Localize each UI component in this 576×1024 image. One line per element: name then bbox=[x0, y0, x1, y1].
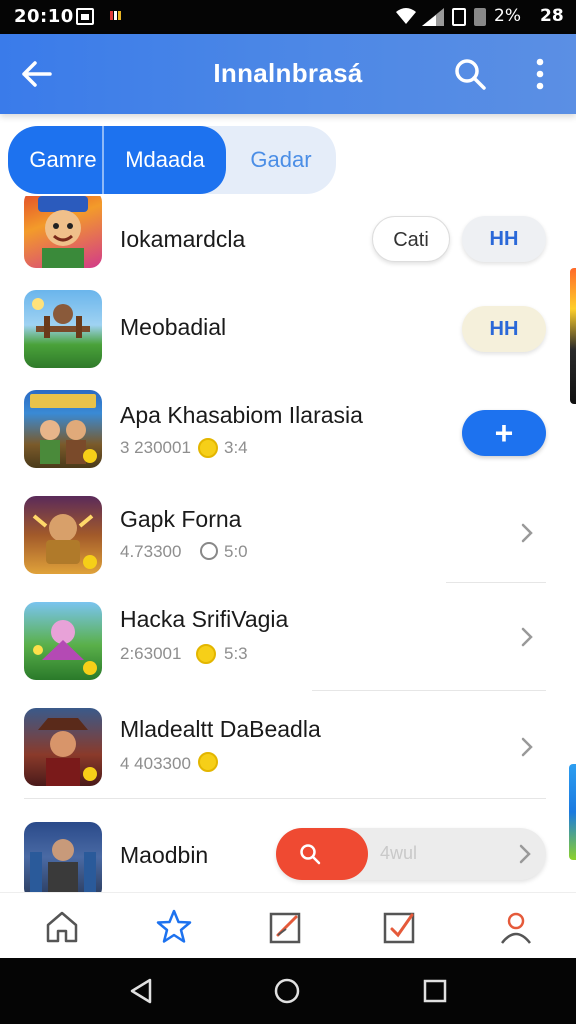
game-list: Iokamardcla Cati HH Meobadial HH Apa Kha… bbox=[0, 196, 576, 892]
game-title: Gapk Forna bbox=[120, 506, 242, 532]
star-icon[interactable] bbox=[154, 907, 194, 947]
game-meta: 2:63001 bbox=[120, 644, 182, 663]
tab-gadar[interactable]: Gadar bbox=[226, 126, 336, 194]
home-icon[interactable] bbox=[42, 907, 82, 947]
list-item[interactable]: Mladealtt DaBeadla 4 403300 bbox=[0, 706, 576, 812]
home-circle-icon[interactable] bbox=[272, 976, 302, 1006]
game-icon bbox=[24, 196, 102, 268]
game-icon bbox=[24, 496, 102, 574]
game-icon bbox=[24, 822, 102, 892]
search-button[interactable] bbox=[276, 828, 368, 880]
cati-button[interactable]: Cati bbox=[372, 216, 450, 262]
chevron-right-icon[interactable] bbox=[516, 626, 538, 648]
divider bbox=[446, 582, 546, 583]
search-field[interactable]: 4wul bbox=[276, 828, 546, 880]
side-peek-card bbox=[569, 764, 576, 860]
page-title: Innalnbrasá bbox=[213, 58, 363, 88]
battery-icon bbox=[474, 8, 486, 26]
edit-icon[interactable] bbox=[266, 907, 306, 947]
game-meta: 3 230001 bbox=[120, 438, 191, 457]
tab-mdaada[interactable]: Mdaada bbox=[104, 126, 226, 194]
chevron-right-icon[interactable] bbox=[514, 843, 536, 865]
game-meta: 4.73300 bbox=[120, 542, 182, 561]
status-time: 20:10 bbox=[14, 6, 74, 27]
more-vert-icon[interactable] bbox=[528, 56, 552, 92]
profile-icon[interactable] bbox=[496, 907, 536, 947]
signal-icon bbox=[422, 8, 444, 26]
list-item[interactable]: Apa Khasabiom Ilarasia 3 230001 3:4 + bbox=[0, 388, 576, 494]
back-arrow-icon[interactable] bbox=[16, 56, 56, 92]
back-triangle-icon[interactable] bbox=[126, 976, 156, 1006]
list-item[interactable]: Hacka SrifiVagia 2:63001 5:3 bbox=[0, 598, 576, 704]
chevron-right-icon[interactable] bbox=[516, 736, 538, 758]
hh-button[interactable]: HH bbox=[462, 306, 546, 352]
tab-bar: Gamre Mdaada Gadar bbox=[8, 126, 336, 194]
coin-icon bbox=[198, 438, 218, 458]
search-icon bbox=[300, 844, 321, 865]
game-title: Maodbin bbox=[120, 842, 209, 868]
hh-button[interactable]: HH bbox=[462, 216, 546, 262]
system-nav-bar bbox=[0, 958, 576, 1024]
search-icon[interactable] bbox=[452, 56, 488, 92]
notification-dots-icon bbox=[110, 10, 122, 20]
add-button[interactable]: + bbox=[462, 410, 546, 456]
wifi-icon bbox=[396, 8, 416, 24]
game-rating: 5:3 bbox=[224, 644, 248, 663]
coin-outline-icon bbox=[200, 542, 218, 560]
recents-square-icon[interactable] bbox=[420, 976, 450, 1006]
game-meta: 4 403300 bbox=[120, 754, 191, 773]
game-title: Iokamardcla bbox=[120, 226, 246, 252]
game-icon bbox=[24, 390, 102, 468]
game-title: Hacka SrifiVagia bbox=[120, 606, 289, 632]
game-icon bbox=[24, 602, 102, 680]
app-bar: Innalnbrasá bbox=[0, 34, 576, 114]
game-rating: 5:0 bbox=[224, 542, 248, 561]
status-right-text: 28 bbox=[540, 6, 564, 26]
divider bbox=[312, 690, 546, 691]
bottom-nav bbox=[0, 892, 576, 958]
chevron-right-icon[interactable] bbox=[516, 522, 538, 544]
divider bbox=[24, 798, 546, 799]
notification-icon bbox=[76, 8, 94, 25]
game-rating: 3:4 bbox=[224, 438, 248, 457]
game-title: Mladealtt DaBeadla bbox=[120, 716, 321, 742]
game-title: Apa Khasabiom Ilarasia bbox=[120, 402, 363, 428]
search-placeholder: 4wul bbox=[380, 843, 418, 863]
game-title: Meobadial bbox=[120, 314, 227, 340]
coin-icon bbox=[196, 644, 216, 664]
coin-icon bbox=[198, 752, 218, 772]
status-bar: 20:10 2% 28 bbox=[0, 0, 576, 34]
game-icon bbox=[24, 708, 102, 786]
battery-percent: 2% bbox=[494, 6, 521, 26]
game-icon bbox=[24, 290, 102, 368]
side-peek-card bbox=[570, 268, 576, 404]
tab-gamre[interactable]: Gamre bbox=[8, 126, 118, 194]
edit-check-icon[interactable] bbox=[380, 907, 420, 947]
sim-icon bbox=[452, 8, 466, 26]
list-item[interactable]: Meobadial HH bbox=[0, 286, 576, 392]
